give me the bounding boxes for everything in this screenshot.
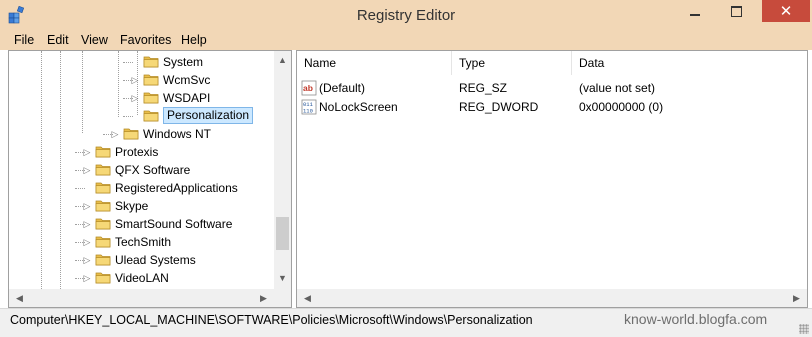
- current-key-path: Computer\HKEY_LOCAL_MACHINE\SOFTWARE\Pol…: [10, 313, 533, 327]
- folder-icon: [143, 110, 159, 122]
- tree-horizontal-scrollbar[interactable]: ◀ ▶: [9, 289, 274, 307]
- expand-arrow-icon[interactable]: ▷: [130, 89, 140, 107]
- tree-node-label: QFX Software: [115, 163, 191, 177]
- svg-text:ab: ab: [303, 83, 313, 93]
- column-header-type[interactable]: Type: [452, 51, 572, 75]
- values-list-pane[interactable]: Name Type Data ab (Default) REG_SZ (value n…: [296, 50, 808, 308]
- expand-arrow-icon[interactable]: ▷: [82, 269, 92, 287]
- string-value-icon: ab: [301, 80, 317, 96]
- menu-bar: File Edit View Favorites Help: [0, 30, 812, 50]
- tree-node-label: Windows NT: [143, 127, 212, 141]
- menu-file[interactable]: File: [14, 33, 34, 47]
- values-horizontal-scrollbar[interactable]: ◀ ▶: [297, 289, 807, 307]
- key-tree-pane[interactable]: System ▷ WcmSvc ▷ WSDAPI Personalization ▷ Wind…: [8, 50, 292, 308]
- value-row[interactable]: 011 110 NoLockScreen REG_DWORD 0x00000000 (0…: [297, 98, 807, 117]
- tree-node[interactable]: ▷ WcmSvc: [9, 71, 274, 89]
- tree-vertical-scrollbar[interactable]: ▲ ▼: [274, 51, 291, 289]
- scrollbar-thumb[interactable]: [276, 217, 289, 250]
- folder-icon: [143, 92, 159, 104]
- folder-icon: [95, 254, 111, 266]
- expand-arrow-icon[interactable]: ▷: [82, 161, 92, 179]
- expand-arrow-icon[interactable]: ▷: [82, 215, 92, 233]
- watermark-text: know-world.blogfa.com: [624, 311, 768, 327]
- tree-node[interactable]: Personalization: [9, 107, 274, 125]
- expand-arrow-icon[interactable]: ▷: [82, 251, 92, 269]
- folder-icon: [123, 128, 139, 140]
- tree-node[interactable]: ▷ VideoLAN: [9, 269, 274, 287]
- folder-icon: [95, 218, 111, 230]
- tree-node[interactable]: ▷ QFX Software: [9, 161, 274, 179]
- expand-arrow-icon[interactable]: [130, 53, 140, 71]
- folder-icon: [143, 74, 159, 86]
- column-header-name[interactable]: Name: [297, 51, 452, 75]
- value-data: (value not set): [579, 81, 656, 95]
- expand-arrow-icon[interactable]: ▷: [130, 71, 140, 89]
- menu-edit[interactable]: Edit: [47, 33, 69, 47]
- scroll-left-arrow-icon[interactable]: ◀: [11, 293, 28, 304]
- value-name: NoLockScreen: [319, 100, 398, 114]
- tree-node-label: TechSmith: [115, 235, 172, 249]
- tree-node-label: WcmSvc: [163, 73, 211, 87]
- tree-node[interactable]: ▷ Windows NT: [9, 125, 274, 143]
- tree-node-label: SmartSound Software: [115, 217, 233, 231]
- tree-node[interactable]: ▷ Skype: [9, 197, 274, 215]
- expand-arrow-icon[interactable]: [130, 107, 140, 125]
- folder-icon: [143, 56, 159, 68]
- resize-grip-icon[interactable]: [799, 324, 809, 334]
- close-button[interactable]: ✕: [762, 0, 810, 22]
- minimize-button[interactable]: [680, 0, 710, 22]
- tree-node-label: Personalization: [163, 107, 254, 124]
- tree-node-label: Protexis: [115, 145, 159, 159]
- scroll-right-arrow-icon[interactable]: ▶: [788, 293, 805, 304]
- folder-icon: [95, 272, 111, 284]
- folder-icon: [95, 200, 111, 212]
- menu-view[interactable]: View: [81, 33, 108, 47]
- scrollbar-corner: [274, 289, 291, 307]
- tree-node[interactable]: ▷ SmartSound Software: [9, 215, 274, 233]
- maximize-button[interactable]: [722, 0, 752, 22]
- svg-text:110: 110: [303, 108, 313, 115]
- tree-node-label: VideoLAN: [115, 271, 169, 285]
- title-bar: Registry Editor ✕: [0, 0, 812, 30]
- close-icon: ✕: [779, 3, 793, 20]
- menu-favorites[interactable]: Favorites: [120, 33, 171, 47]
- tree-node[interactable]: ▷ TechSmith: [9, 233, 274, 251]
- folder-icon: [95, 146, 111, 158]
- status-bar: Computer\HKEY_LOCAL_MACHINE\SOFTWARE\Pol…: [0, 308, 812, 337]
- expand-arrow-icon[interactable]: ▷: [82, 233, 92, 251]
- expand-arrow-icon[interactable]: ▷: [82, 143, 92, 161]
- value-row[interactable]: ab (Default) REG_SZ (value not set): [297, 79, 807, 98]
- scroll-up-arrow-icon[interactable]: ▲: [274, 55, 291, 65]
- client-area: System ▷ WcmSvc ▷ WSDAPI Personalization ▷ Wind…: [0, 50, 812, 308]
- expand-arrow-icon[interactable]: [82, 179, 92, 197]
- tree-node[interactable]: ▷ WSDAPI: [9, 89, 274, 107]
- tree-node[interactable]: RegisteredApplications: [9, 179, 274, 197]
- menu-help[interactable]: Help: [181, 33, 207, 47]
- value-data: 0x00000000 (0): [579, 100, 664, 114]
- tree-node-label: Ulead Systems: [115, 253, 196, 267]
- folder-icon: [95, 236, 111, 248]
- value-name: (Default): [319, 81, 366, 95]
- tree-node[interactable]: ▷ Protexis: [9, 143, 274, 161]
- tree-node-label: WSDAPI: [163, 91, 211, 105]
- scroll-down-arrow-icon[interactable]: ▼: [274, 273, 291, 283]
- dword-value-icon: 011 110: [301, 99, 317, 115]
- tree-node[interactable]: System: [9, 53, 274, 71]
- scroll-right-arrow-icon[interactable]: ▶: [255, 293, 272, 304]
- expand-arrow-icon[interactable]: ▷: [82, 197, 92, 215]
- folder-icon: [95, 182, 111, 194]
- tree-node[interactable]: ▷ Ulead Systems: [9, 251, 274, 269]
- folder-icon: [95, 164, 111, 176]
- expand-arrow-icon[interactable]: ▷: [110, 125, 120, 143]
- value-type: REG_SZ: [459, 81, 508, 95]
- tree-node-label: RegisteredApplications: [115, 181, 238, 195]
- scroll-left-arrow-icon[interactable]: ◀: [299, 293, 316, 304]
- tree-node-label: Skype: [115, 199, 149, 213]
- column-header-data[interactable]: Data: [572, 51, 807, 75]
- tree-node-label: System: [163, 55, 204, 69]
- value-type: REG_DWORD: [459, 100, 539, 114]
